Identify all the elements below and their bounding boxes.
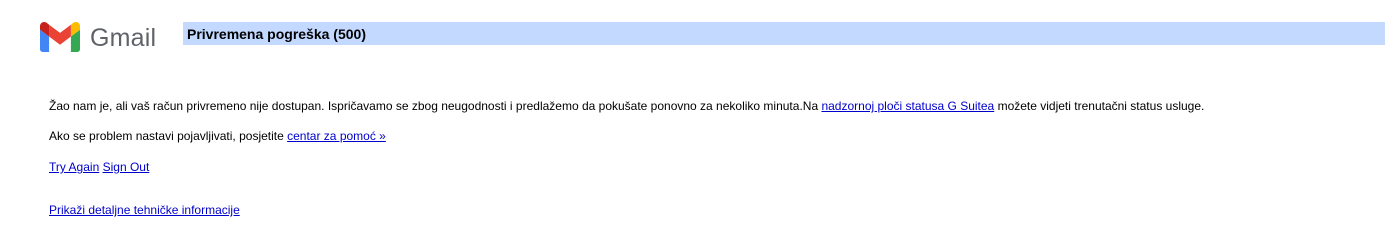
header: Gmail — [40, 19, 156, 55]
action-links: Try Again Sign Out — [49, 159, 1204, 175]
gmail-m-logo-icon — [40, 22, 80, 52]
error-page: Gmail Privremena pogreška (500) Žao nam … — [0, 0, 1385, 243]
error-title-bar: Privremena pogreška (500) — [183, 22, 1385, 45]
message-line-help: Ako se problem nastavi pojavljivati, pos… — [49, 128, 1204, 144]
help-center-link[interactable]: centar za pomoć » — [287, 129, 386, 143]
message-unavailable-text: Žao nam je, ali vaš račun privremeno nij… — [49, 99, 822, 113]
sign-out-link[interactable]: Sign Out — [103, 160, 150, 174]
gmail-wordmark: Gmail — [90, 23, 157, 52]
status-dashboard-link[interactable]: nadzornoj ploči statusa G Suitea — [821, 99, 994, 113]
try-again-link[interactable]: Try Again — [49, 160, 99, 174]
gmail-logo[interactable]: Gmail — [40, 22, 156, 52]
message-line-unavailable: Žao nam je, ali vaš račun privremeno nij… — [49, 98, 1204, 114]
show-technical-details-link[interactable]: Prikaži detaljne tehničke informacije — [49, 203, 240, 217]
message-help-text: Ako se problem nastavi pojavljivati, pos… — [49, 129, 288, 143]
error-message-block: Žao nam je, ali vaš račun privremeno nij… — [49, 98, 1204, 218]
details-line: Prikaži detaljne tehničke informacije — [49, 202, 1204, 218]
error-title: Privremena pogreška (500) — [187, 25, 366, 42]
message-status-suffix: možete vidjeti trenutačni status usluge. — [994, 99, 1205, 113]
